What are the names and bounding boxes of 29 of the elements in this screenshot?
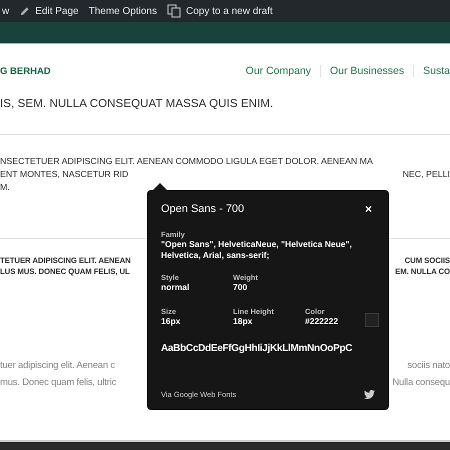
text-line: NSECTETUER ADIPISCING ELIT. AENEAN COMMODO LIGULA EGET DOLOR. AENEAN MA <box>0 155 373 168</box>
toolbar-link[interactable]: Theme Options <box>88 6 157 16</box>
pencil-icon <box>19 6 30 16</box>
toolbar-link[interactable]: Copy to a new draft <box>166 4 273 18</box>
field-value: 700 <box>233 282 248 293</box>
field-value: 18px <box>233 316 254 327</box>
font-sample: AaBbCcDdEeFfGgHhIiJjKkLlMmNnOoPpC <box>161 343 354 354</box>
close-button[interactable]: × <box>362 202 375 216</box>
text-line: ENT MONTES, NASCETUR RID <box>0 168 128 181</box>
field-value: "Open Sans", HelveticaNeue, "Helvetica Neue", Helvetica, Arial, sans-serif; <box>161 239 353 261</box>
nav-link[interactable]: Our Company <box>236 65 320 77</box>
text-line: NEC, PELLI <box>402 168 450 181</box>
text-line: Nulla consequ <box>392 376 450 390</box>
nav-link[interactable]: Susta <box>413 65 450 77</box>
copy-icon <box>166 4 181 18</box>
text-line: sociis nato <box>407 359 450 373</box>
toolbar-link[interactable]: Edit Page <box>19 6 79 16</box>
text-line: tuer adipiscing elit. Aenean c <box>0 359 115 373</box>
field-value: normal <box>161 282 190 293</box>
heading: IS, SEM. NULLA CONSEQUAT MASSA QUIS ENIM. <box>0 98 274 112</box>
nav-link[interactable]: Our Businesses <box>320 65 414 77</box>
toolbar-link[interactable]: w <box>2 6 10 16</box>
bird-icon[interactable] <box>364 389 375 400</box>
logo-text: G BERHAD <box>0 66 51 76</box>
field-value: #222222 <box>305 316 340 327</box>
text-line: M. <box>0 181 10 194</box>
field-value: 16px <box>161 316 182 327</box>
popup-title: Open Sans - 700 <box>161 203 244 215</box>
text-line: mus. Donec quam felis, ultric <box>0 376 116 390</box>
